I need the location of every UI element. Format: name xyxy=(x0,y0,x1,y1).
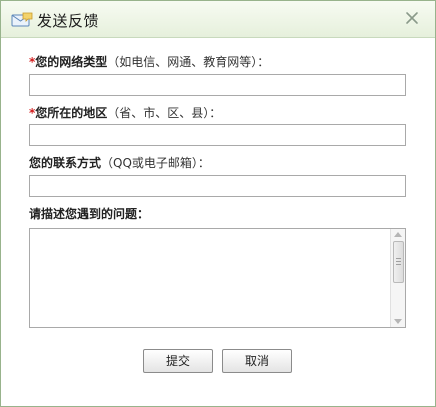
grip-line xyxy=(396,261,401,262)
region-label-text: 您所在的地区 xyxy=(35,106,108,120)
network-type-label-text: 您的网络类型 xyxy=(35,55,108,69)
feedback-dialog: 发送反馈 *您的网络类型（如电信、网通、教育网等）： *您所在的地区（省、市、区… xyxy=(0,0,436,407)
problem-textarea[interactable] xyxy=(29,228,406,328)
network-type-hint: （如电信、网通、教育网等）： xyxy=(107,55,270,69)
network-type-input[interactable] xyxy=(29,74,406,96)
cancel-button[interactable]: 取消 xyxy=(222,349,292,373)
region-input[interactable] xyxy=(29,124,406,146)
region-label: *您所在的地区（省、市、区、县）： xyxy=(29,104,221,121)
grip-line xyxy=(396,264,401,265)
dialog-title: 发送反馈 xyxy=(37,12,100,30)
scroll-up-arrow-icon[interactable] xyxy=(394,232,402,237)
problem-label: 请描述您遇到的问题： xyxy=(29,207,150,221)
submit-button[interactable]: 提交 xyxy=(143,349,213,373)
contact-label-text: 您的联系方式 xyxy=(29,156,102,170)
region-hint: （省、市、区、县）： xyxy=(107,106,222,120)
contact-label: 您的联系方式（QQ或电子邮箱）： xyxy=(29,154,210,171)
contact-input[interactable] xyxy=(29,175,406,197)
scrollbar-thumb[interactable] xyxy=(393,241,404,283)
grip-line xyxy=(396,258,401,259)
contact-hint: （QQ或电子邮箱）： xyxy=(101,156,210,170)
feedback-icon xyxy=(11,11,33,29)
close-icon[interactable] xyxy=(403,9,421,27)
textarea-scrollbar[interactable] xyxy=(390,229,405,327)
dialog-titlebar[interactable]: 发送反馈 xyxy=(1,1,435,38)
scroll-down-arrow-icon[interactable] xyxy=(394,319,402,324)
network-type-label: *您的网络类型（如电信、网通、教育网等）： xyxy=(29,53,269,70)
dialog-body: *您的网络类型（如电信、网通、教育网等）： *您所在的地区（省、市、区、县）： … xyxy=(1,38,435,406)
